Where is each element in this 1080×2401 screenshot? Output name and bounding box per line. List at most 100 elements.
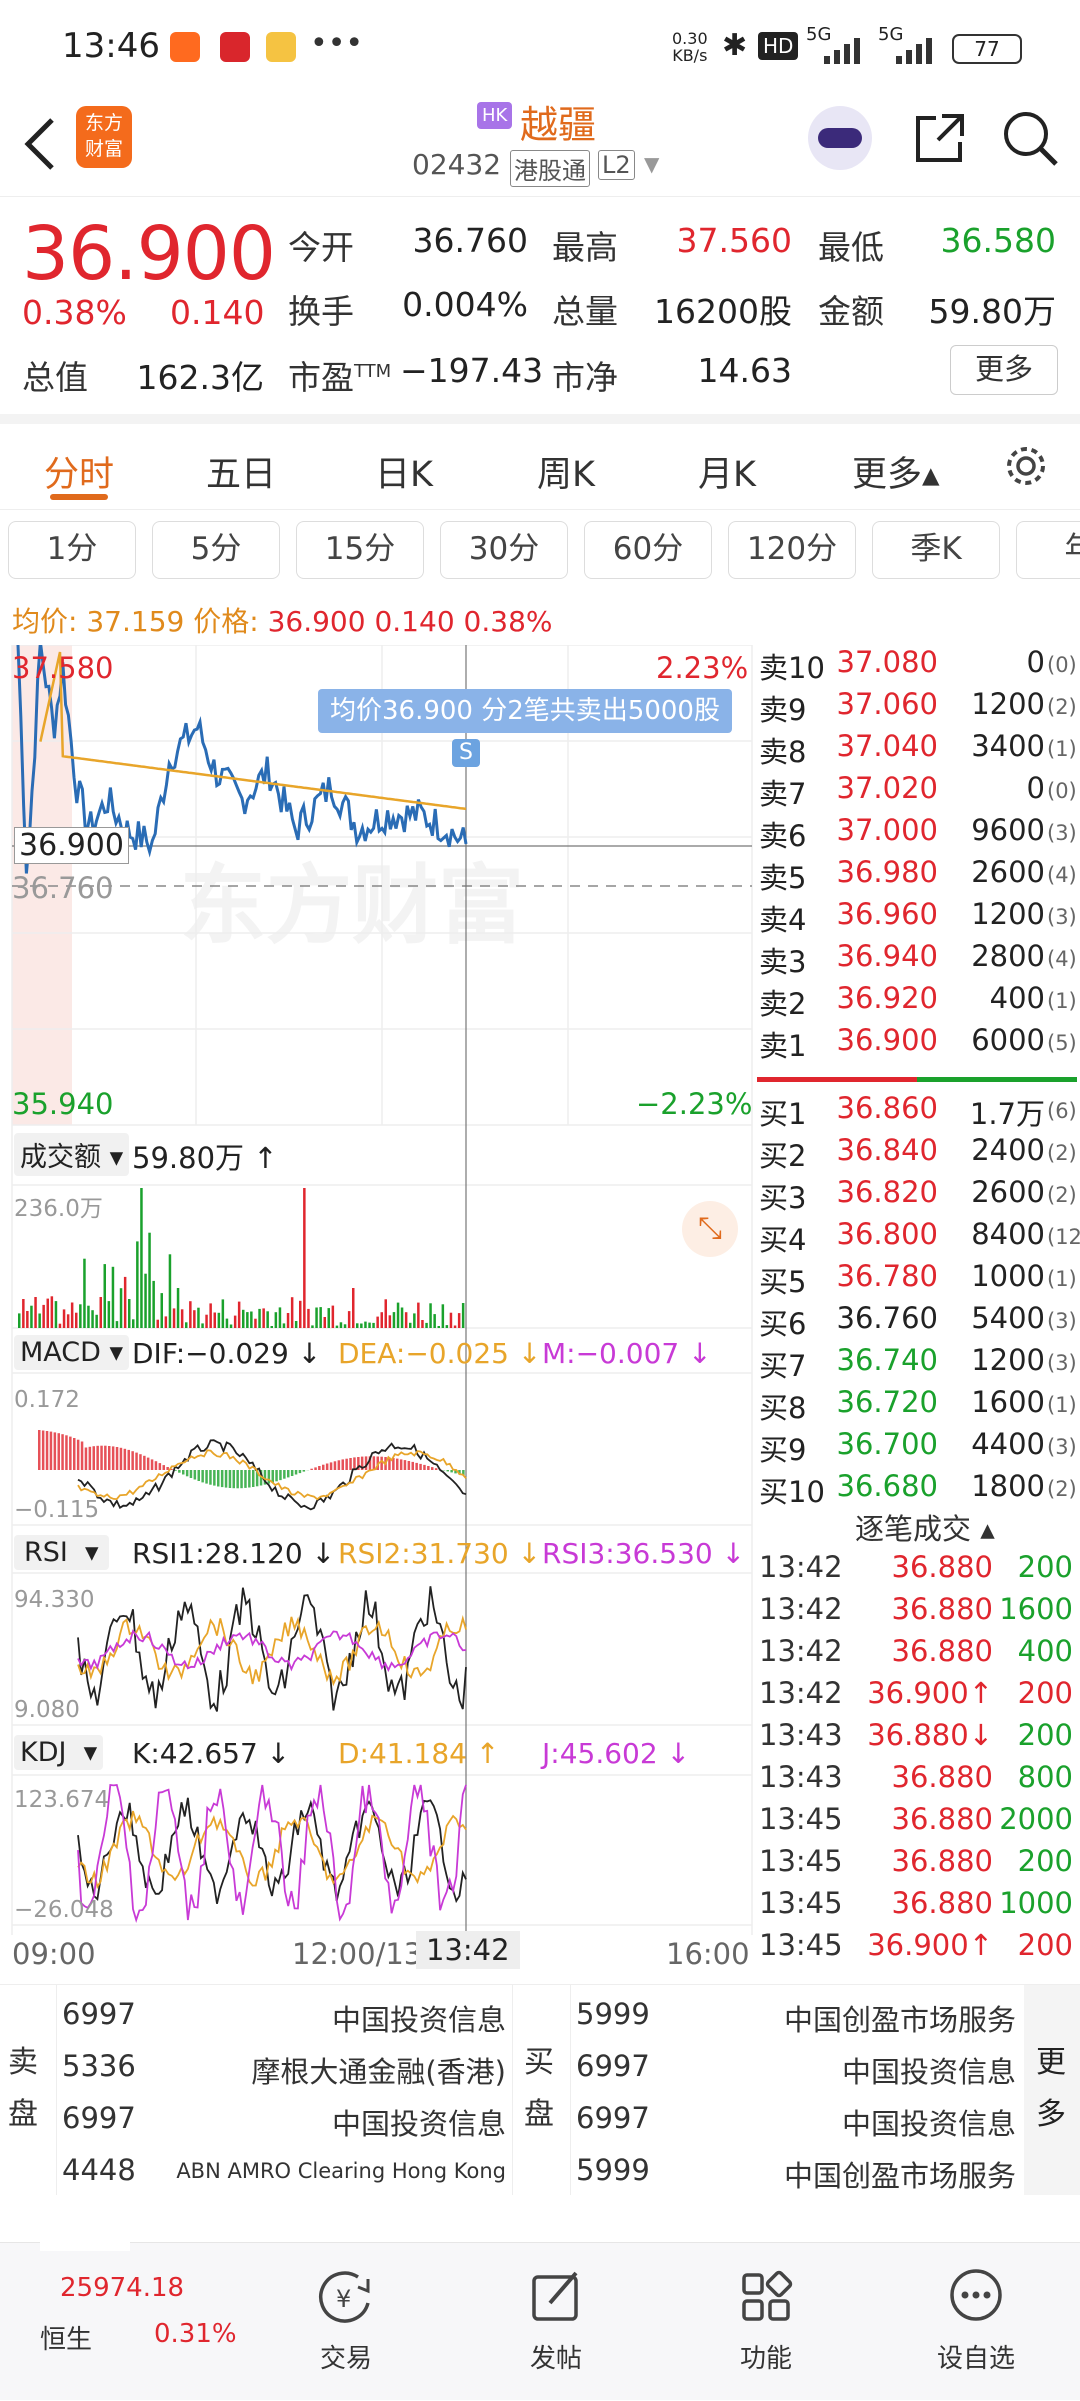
tab-five-day[interactable]: 五日 [206, 446, 276, 497]
period-quarter-k[interactable]: 季K [872, 521, 1000, 579]
tab-monthly-k[interactable]: 月K [698, 446, 756, 497]
macd-bar [209, 1470, 212, 1485]
nav-trade[interactable]: ¥ 交易 [256, 2243, 436, 2401]
volume-bar [148, 1233, 151, 1328]
m-value: M:−0.007 ↓ [542, 1337, 712, 1370]
tick-row: 13:4236.880200 [755, 1550, 1080, 1592]
sell-level-row[interactable]: 卖837.0403400(1) [755, 729, 1080, 771]
buy-level-row[interactable]: 买536.7801000(1) [755, 1259, 1080, 1301]
kdj-high-label: 123.674 [14, 1787, 109, 1813]
volume-bar [124, 1277, 127, 1328]
volume-bar [311, 1325, 314, 1328]
volume-bar [242, 1310, 245, 1328]
volume-bar [91, 1310, 94, 1328]
volume-bar [246, 1312, 249, 1328]
buy-level-row[interactable]: 买336.8202600(2) [755, 1175, 1080, 1217]
tab-daily-k[interactable]: 日K [375, 446, 433, 497]
tab-intraday[interactable]: 分时 [44, 446, 114, 497]
sell-pressure-bar [757, 1077, 917, 1082]
sell-level-row[interactable]: 卖436.9601200(3) [755, 897, 1080, 939]
macd-bar [338, 1460, 341, 1470]
share-icon[interactable] [912, 110, 968, 166]
y-high-label: 37.580 [12, 651, 113, 685]
period-30min[interactable]: 30分 [440, 521, 568, 579]
buy-level-row[interactable]: 买636.7605400(3) [755, 1301, 1080, 1343]
tab-more[interactable]: 更多▴ [852, 446, 940, 497]
macd-bar [96, 1446, 99, 1470]
macd-bar [283, 1470, 286, 1479]
assistant-avatar[interactable] [808, 106, 872, 170]
tab-weekly-k[interactable]: 周K [537, 446, 595, 497]
period-5min[interactable]: 5分 [152, 521, 280, 579]
tick-title[interactable]: 逐笔成交 ▴ [855, 1506, 995, 1548]
rsi-indicator-select[interactable]: RSI ▾ [14, 1535, 109, 1570]
buy-level-row[interactable]: 买836.7201600(1) [755, 1385, 1080, 1427]
buy-level-row[interactable]: 买136.8601.7万(6) [755, 1091, 1080, 1133]
time-cursor-label: 13:42 [416, 1931, 520, 1969]
sell-level-row[interactable]: 卖937.0601200(2) [755, 687, 1080, 729]
sell-marker-icon[interactable]: S [452, 739, 480, 767]
macd-bar [244, 1470, 247, 1488]
period-15min[interactable]: 15分 [296, 521, 424, 579]
chart-tabs: 分时 五日 日K 周K 月K 更多▴ [0, 424, 1080, 510]
volume-bar [372, 1323, 375, 1328]
tick-row: 13:4236.900↑200 [755, 1676, 1080, 1718]
last-price: 36.900 [22, 211, 275, 297]
macd-indicator-select[interactable]: MACD ▾ [14, 1335, 129, 1370]
buy-level-row[interactable]: 买236.8402400(2) [755, 1133, 1080, 1175]
index-tab-handle[interactable] [40, 2221, 130, 2251]
sell-level-row[interactable]: 卖236.920400(1) [755, 981, 1080, 1023]
volume-indicator-select[interactable]: 成交额 ▾ [14, 1133, 129, 1176]
volume-bar [18, 1313, 21, 1328]
svg-text:¥: ¥ [336, 2285, 351, 2313]
turnover-value: 0.004% [386, 285, 528, 324]
macd-bar [182, 1470, 185, 1475]
back-icon[interactable] [22, 116, 58, 172]
volume-bar [315, 1308, 318, 1329]
volume-bar [352, 1288, 355, 1328]
sell-level-row[interactable]: 卖136.9006000(5) [755, 1023, 1080, 1065]
sell-level-row[interactable]: 卖1037.0800(0) [755, 645, 1080, 687]
period-1min[interactable]: 1分 [8, 521, 136, 579]
volume-bar [177, 1288, 180, 1328]
period-120min[interactable]: 120分 [728, 521, 856, 579]
divider [56, 1985, 57, 2195]
sell-level-row[interactable]: 卖336.9402800(4) [755, 939, 1080, 981]
volume-bar [104, 1264, 107, 1328]
sell-level-row[interactable]: 卖536.9802600(4) [755, 855, 1080, 897]
period-year-k[interactable]: 年 [1016, 521, 1080, 579]
buy-level-row[interactable]: 买936.7004400(3) [755, 1427, 1080, 1469]
kdj-indicator-select[interactable]: KDJ ▾ [14, 1735, 103, 1770]
volume-bar [450, 1313, 453, 1328]
volume-bar [360, 1324, 363, 1329]
volume-bar [254, 1319, 257, 1328]
search-icon[interactable] [1000, 108, 1060, 168]
more-brokers-button[interactable]: 更多 [1024, 1985, 1080, 2195]
sell-level-row[interactable]: 卖737.0200(0) [755, 771, 1080, 813]
dropdown-icon[interactable]: ▼ [644, 152, 659, 176]
more-quote-button[interactable]: 更多 [950, 345, 1058, 395]
macd-bar [240, 1470, 243, 1488]
buy-pressure-bar [917, 1077, 1077, 1082]
intraday-chart[interactable]: 东方财富 37.580 2.23% 36.760 36.900 35.9 [0, 645, 755, 1985]
volume-bar [275, 1312, 278, 1328]
macd-bar [291, 1470, 294, 1476]
buy-level-row[interactable]: 买436.8008400(12) [755, 1217, 1080, 1259]
buy-level-row[interactable]: 买736.7401200(3) [755, 1343, 1080, 1385]
volume-bar [340, 1322, 343, 1328]
l2-tag: L2 [598, 150, 635, 180]
expand-icon[interactable]: ⤡ [682, 1201, 738, 1257]
nav-post[interactable]: 发帖 [466, 2243, 646, 2401]
volume-bar [397, 1303, 400, 1328]
volume-bar [376, 1317, 379, 1328]
settings-gear-icon[interactable] [1002, 442, 1050, 490]
dea-value: DEA:−0.025 ↓ [338, 1337, 541, 1370]
index-name[interactable]: 恒生 [40, 2319, 92, 2356]
buy-level-row[interactable]: 买1036.6801800(2) [755, 1469, 1080, 1511]
nav-functions[interactable]: 功能 [676, 2243, 856, 2401]
index-value[interactable]: 25974.18 [60, 2273, 184, 2303]
sell-level-row[interactable]: 卖637.0009600(3) [755, 813, 1080, 855]
nav-add-watchlist[interactable]: 设自选 [886, 2243, 1066, 2401]
period-60min[interactable]: 60分 [584, 521, 712, 579]
index-pct[interactable]: 0.31% [154, 2319, 237, 2349]
